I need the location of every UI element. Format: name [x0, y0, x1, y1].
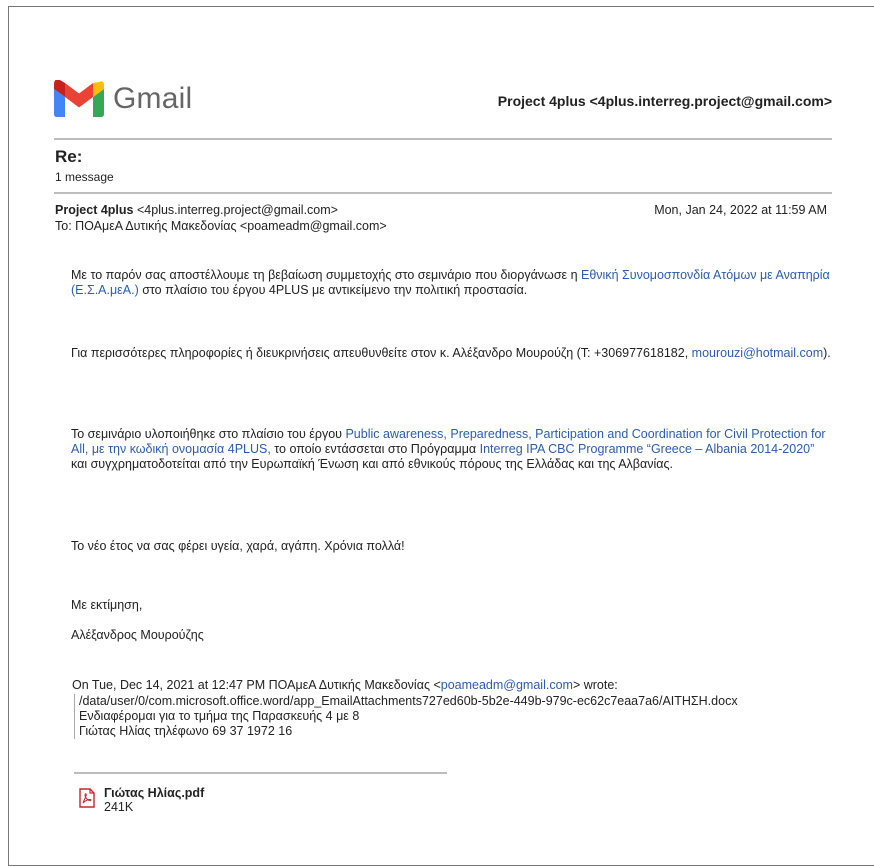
- body-signature: Αλέξανδρος Μουρούζης: [71, 628, 204, 642]
- attachment-size: 241K: [104, 800, 134, 814]
- body-text: Με το παρόν σας αποστέλλουμε τη βεβαίωση…: [71, 268, 582, 282]
- body-greeting: Το νέο έτος να σας φέρει υγεία, χαρά, αγ…: [71, 539, 405, 553]
- body-paragraph-2: Για περισσότερες πληροφορίες ή διευκρινή…: [71, 346, 831, 361]
- pdf-file-icon: [79, 788, 95, 808]
- quote-intro-text: > wrote:: [572, 678, 618, 692]
- body-text: και συγχρηματοδοτείται από την Ευρωπαϊκή…: [71, 457, 673, 471]
- sender-email: <4plus.interreg.project@gmail.com>: [136, 203, 338, 217]
- gmail-logo: Gmail: [54, 80, 192, 117]
- quote-line: /data/user/0/com.microsoft.office.word/a…: [79, 694, 738, 708]
- header-divider: [54, 138, 832, 140]
- quote-header: On Tue, Dec 14, 2021 at 12:47 PM ΠΟΑμεΑ …: [72, 678, 618, 692]
- body-closing: Με εκτίμηση,: [71, 598, 143, 612]
- email-subject: Re:: [55, 147, 83, 166]
- quote-line: Ενδιαφέρομαι για το τμήμα της Παρασκευής…: [79, 709, 360, 723]
- gmail-logo-text: Gmail: [113, 81, 193, 115]
- body-text: Για περισσότερες πληροφορίες ή διευκρινή…: [71, 346, 692, 360]
- body-paragraph-3: Το σεμινάριο υλοποιήθηκε στο πλαίσιο του…: [71, 427, 831, 472]
- body-text: στο πλαίσιο του έργου 4PLUS με αντικείμε…: [138, 283, 528, 297]
- attachment-name[interactable]: Γιώτας Ηλίας.pdf: [104, 786, 204, 800]
- recipient-line: To: ΠΟΑμεΑ Δυτικής Μακεδονίας <poameadm@…: [55, 219, 387, 233]
- message-count: 1 message: [55, 170, 114, 184]
- account-header: Project 4plus <4plus.interreg.project@gm…: [497, 93, 832, 109]
- sender-line: Project 4plus <4plus.interreg.project@gm…: [55, 203, 338, 217]
- body-text: ).: [823, 346, 831, 360]
- print-header: Gmail Project 4plus <4plus.interreg.proj…: [54, 80, 832, 124]
- body-text: Το σεμινάριο υλοποιήθηκε στο πλαίσιο του…: [71, 427, 346, 441]
- programme-link[interactable]: Interreg IPA CBC Programme “Greece – Alb…: [480, 442, 815, 456]
- message-date: Mon, Jan 24, 2022 at 11:59 AM: [654, 203, 827, 217]
- gmail-m-icon: [54, 80, 104, 117]
- attachment-divider: [74, 772, 447, 774]
- quoted-message: /data/user/0/com.microsoft.office.word/a…: [74, 694, 839, 739]
- body-text: το οποίο εντάσσεται στο Πρόγραμμα: [270, 442, 480, 456]
- attachment-info: Γιώτας Ηλίας.pdf 241K: [104, 786, 204, 814]
- sender-name: Project 4plus: [55, 203, 134, 217]
- thread-divider: [54, 192, 832, 194]
- email-link[interactable]: mourouzi@hotmail.com: [692, 346, 823, 360]
- attachment[interactable]: Γιώτας Ηλίας.pdf 241K: [78, 786, 204, 814]
- quote-email-link[interactable]: poameadm@gmail.com: [441, 678, 573, 692]
- quote-intro-text: On Tue, Dec 14, 2021 at 12:47 PM ΠΟΑμεΑ …: [72, 678, 441, 692]
- body-paragraph-1: Με το παρόν σας αποστέλλουμε τη βεβαίωση…: [71, 268, 831, 298]
- quote-line: Γιώτας Ηλίας τηλέφωνο 69 37 1972 16: [79, 724, 293, 738]
